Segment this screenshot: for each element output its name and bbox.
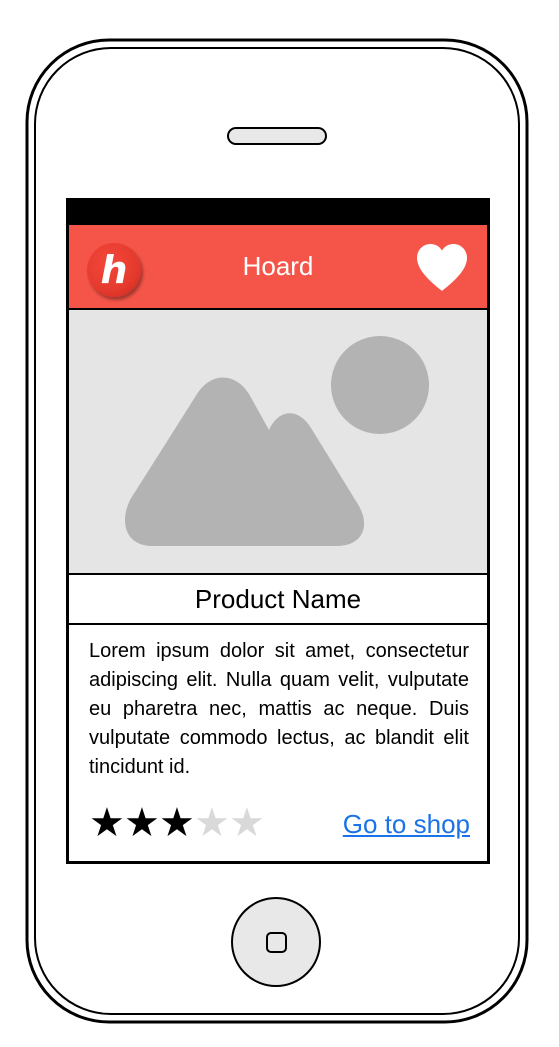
speaker-grille — [227, 127, 327, 145]
product-name: Product Name — [194, 584, 362, 614]
star-empty-icon: ★ — [194, 800, 230, 846]
star-filled-icon: ★ — [124, 800, 160, 846]
name-divider — [69, 623, 487, 625]
product-image — [69, 310, 487, 573]
app-logo[interactable]: h — [87, 243, 141, 297]
app-screen: h Hoard Product Name Lorem ipsum dolor s… — [69, 225, 487, 861]
star-filled-icon: ★ — [159, 800, 195, 846]
heart-icon[interactable] — [415, 243, 469, 293]
star-empty-icon: ★ — [229, 800, 265, 846]
star-rating: ★ ★ ★ ★ ★ — [89, 800, 265, 846]
image-placeholder-icon — [125, 336, 429, 546]
app-title: Hoard — [242, 251, 314, 281]
app-header: h Hoard — [69, 225, 487, 308]
star-filled-icon: ★ — [89, 800, 125, 846]
go-to-shop-link[interactable]: Go to shop — [343, 809, 470, 840]
home-button[interactable] — [231, 897, 321, 987]
product-description: Lorem ipsum dolor sit amet, consectetur … — [89, 640, 469, 778]
